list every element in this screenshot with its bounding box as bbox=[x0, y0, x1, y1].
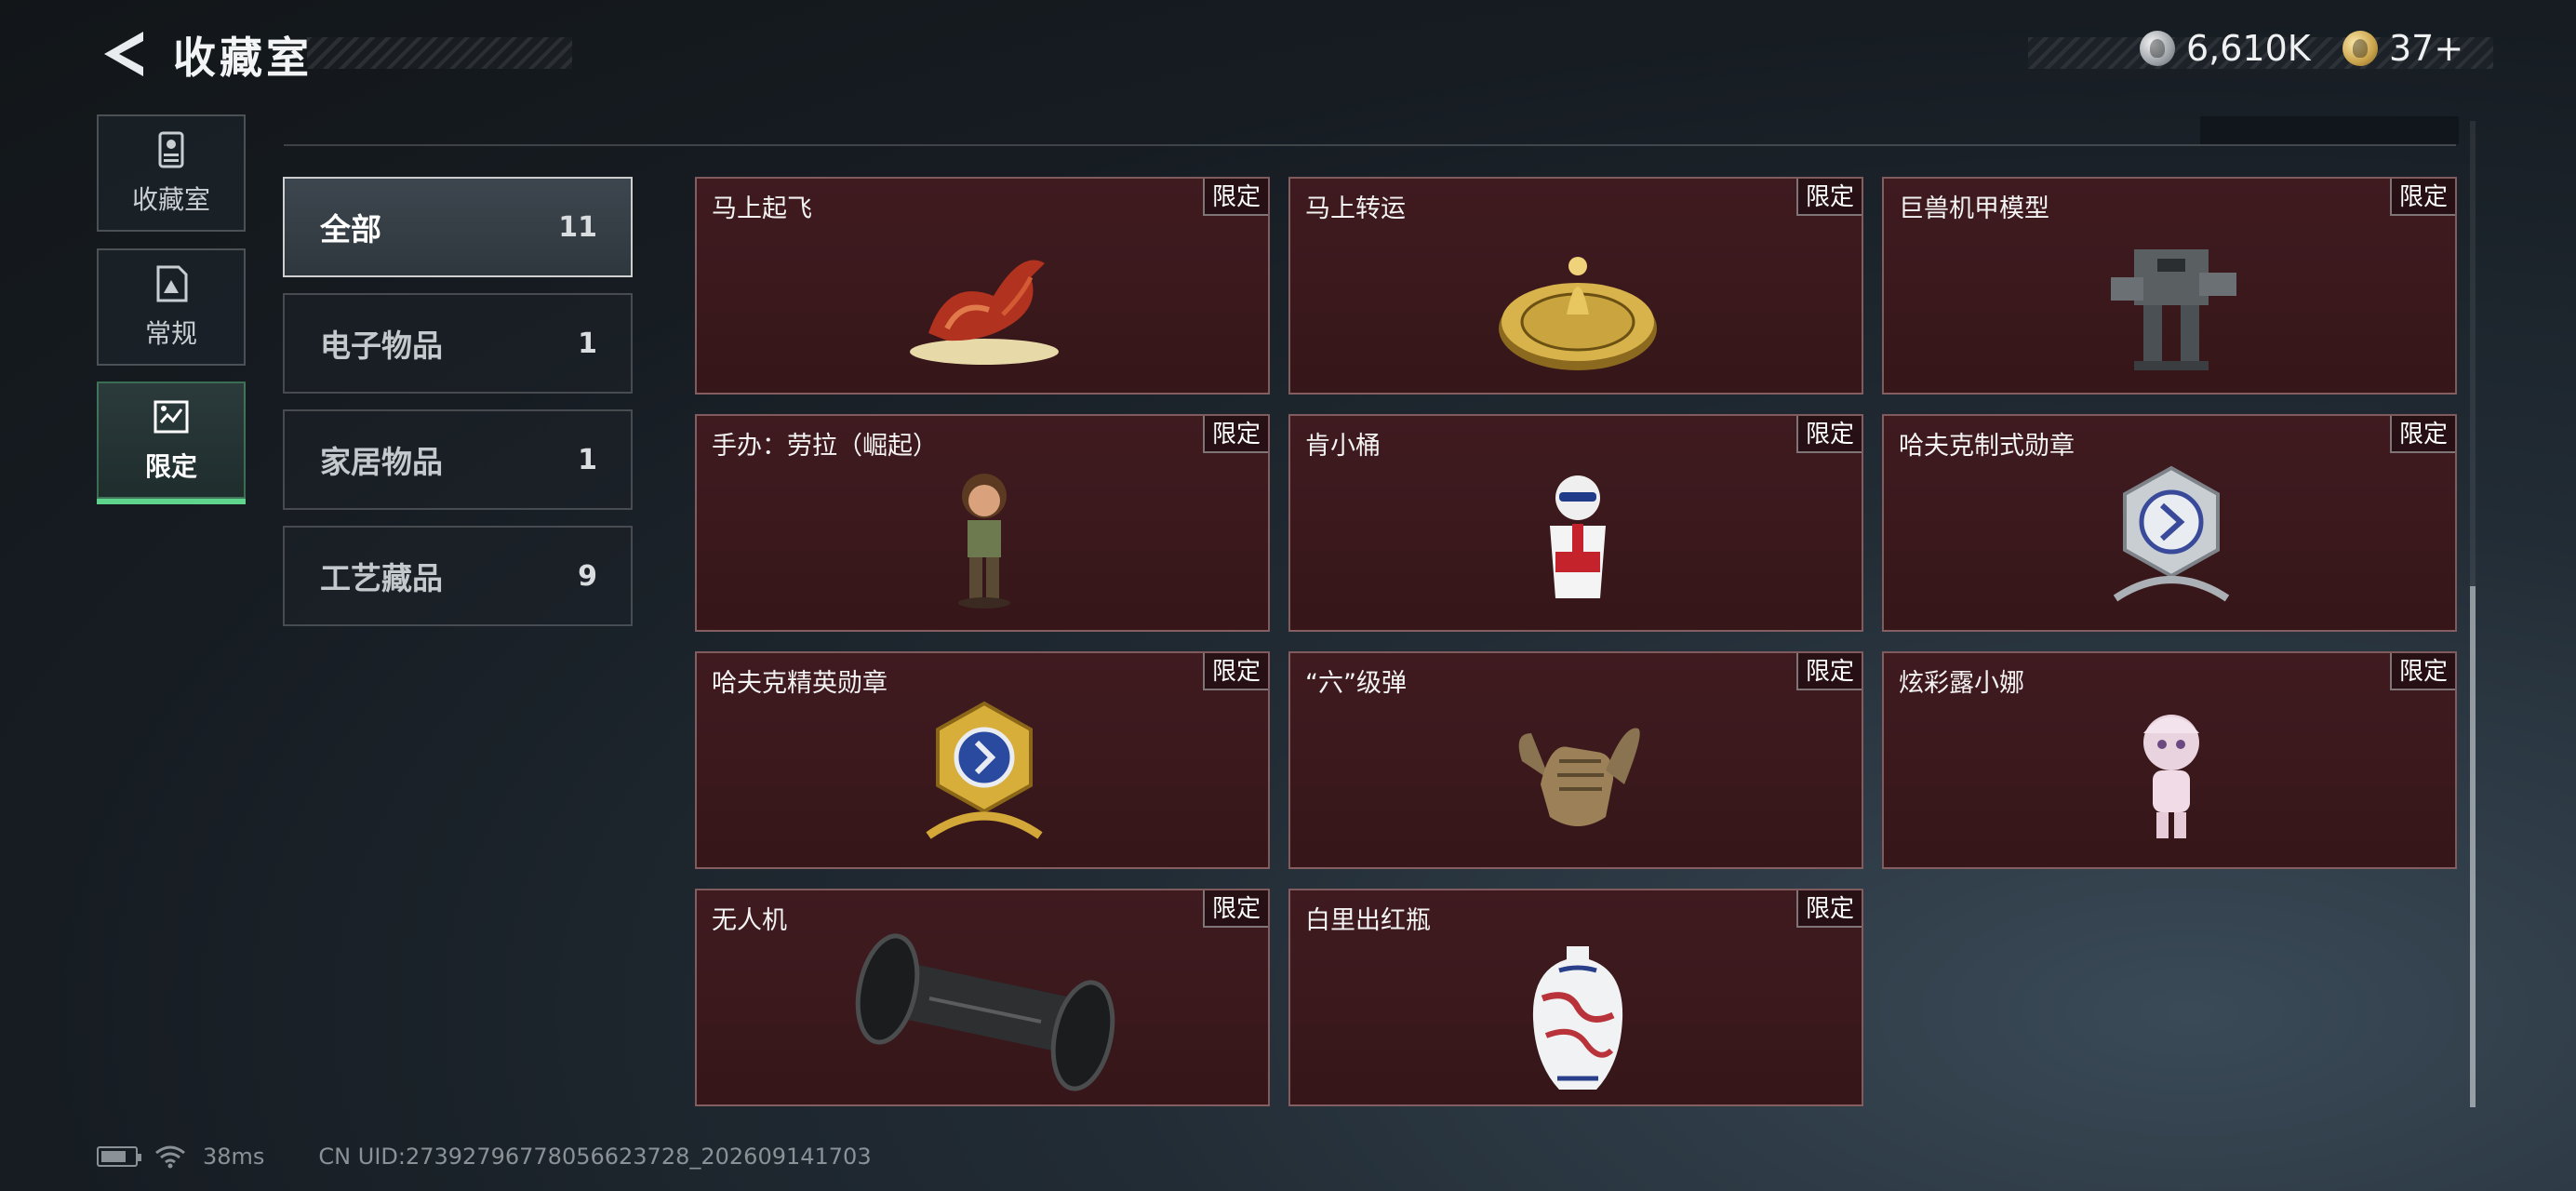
category-label: 电子物品 bbox=[320, 328, 443, 364]
limited-badge: 限定 bbox=[1795, 653, 1862, 690]
category-crafts[interactable]: 工艺藏品 9 bbox=[283, 526, 633, 626]
category-home-goods[interactable]: 家居物品 1 bbox=[283, 409, 633, 510]
limited-badge: 限定 bbox=[2389, 179, 2455, 216]
category-all[interactable]: 全部 11 bbox=[283, 177, 633, 277]
limited-badge: 限定 bbox=[1795, 890, 1862, 928]
drone-roller-icon bbox=[855, 933, 1115, 1091]
category-label: 工艺藏品 bbox=[320, 560, 443, 596]
category-count: 1 bbox=[578, 443, 597, 476]
page-title: 收藏室 bbox=[173, 33, 313, 83]
item-name: 哈夫克精英勋章 bbox=[712, 669, 888, 698]
header-divider bbox=[284, 144, 2456, 146]
grid-scrollbar-thumb[interactable] bbox=[2470, 586, 2476, 1107]
category-count: 9 bbox=[578, 559, 597, 593]
item-name: 炫彩露小娜 bbox=[1899, 669, 2024, 698]
nav-item-regular[interactable]: 常规 bbox=[97, 248, 246, 366]
nav-item-label: 收藏室 bbox=[131, 184, 210, 215]
item-card[interactable]: 肯小桶 限定 bbox=[1288, 414, 1863, 632]
limited-badge: 限定 bbox=[1202, 179, 1268, 216]
title-stripe-decoration bbox=[307, 37, 572, 69]
item-name: “六”级弹 bbox=[1305, 669, 1407, 698]
gold-currency-value: 37+ bbox=[2389, 28, 2464, 69]
item-card[interactable]: 手办：劳拉（崛起） 限定 bbox=[695, 414, 1270, 632]
item-card[interactable]: 炫彩露小娜 限定 bbox=[1882, 651, 2457, 869]
limited-badge: 限定 bbox=[1202, 653, 1268, 690]
item-card[interactable]: 马上起飞 限定 bbox=[695, 177, 1270, 395]
nav-item-label: 限定 bbox=[144, 451, 197, 482]
item-card[interactable]: 白里出红瓶 限定 bbox=[1288, 889, 1863, 1106]
category-count: 1 bbox=[578, 327, 597, 360]
limited-badge: 限定 bbox=[2389, 653, 2455, 690]
limited-badge: 限定 bbox=[1795, 416, 1862, 453]
item-name: 无人机 bbox=[712, 906, 787, 935]
silver-currency[interactable]: 6,610K bbox=[2140, 28, 2311, 69]
horse-sculpture-icon bbox=[910, 260, 1059, 365]
item-name: 马上起飞 bbox=[712, 194, 812, 223]
nav-item-limited[interactable]: 限定 bbox=[97, 381, 246, 504]
limited-badge: 限定 bbox=[1202, 890, 1268, 928]
wifi-icon bbox=[155, 1145, 185, 1169]
ping-value: 38ms bbox=[203, 1144, 265, 1170]
category-count: 11 bbox=[558, 210, 597, 244]
header: 收藏室 6,610K 37+ bbox=[0, 0, 2576, 104]
gold-medal-icon bbox=[926, 701, 1043, 839]
status-bar: 38ms CN UID:27392796778056623728_2026091… bbox=[97, 1141, 872, 1172]
item-card[interactable]: 哈夫克精英勋章 限定 bbox=[695, 651, 1270, 869]
collection-room-icon bbox=[158, 131, 184, 168]
category-label: 全部 bbox=[320, 211, 381, 248]
golden-wheel-icon bbox=[1499, 257, 1657, 370]
item-card[interactable]: 巨兽机甲模型 限定 bbox=[1882, 177, 2457, 395]
nav-item-label: 常规 bbox=[144, 318, 197, 349]
porcelain-vase-icon bbox=[1532, 946, 1623, 1090]
battery-icon bbox=[97, 1146, 141, 1167]
silver-medal-icon bbox=[2113, 465, 2230, 602]
nav-item-collection-room[interactable]: 收藏室 bbox=[97, 114, 246, 232]
limited-badge: 限定 bbox=[1202, 416, 1268, 453]
limited-badge: 限定 bbox=[2389, 416, 2455, 453]
item-name: 马上转运 bbox=[1305, 194, 1406, 223]
item-name: 哈夫克制式勋章 bbox=[1899, 432, 2075, 461]
item-card[interactable]: 马上转运 限定 bbox=[1288, 177, 1863, 395]
regular-icon bbox=[156, 265, 188, 302]
category-electronics[interactable]: 电子物品 1 bbox=[283, 293, 633, 394]
limited-badge: 限定 bbox=[1795, 179, 1862, 216]
user-uid: CN UID:27392796778056623728_202609141703 bbox=[318, 1144, 872, 1170]
item-name: 白里出红瓶 bbox=[1305, 906, 1431, 935]
item-name: 巨兽机甲模型 bbox=[1899, 194, 2049, 223]
gold-currency[interactable]: 37+ bbox=[2342, 28, 2463, 69]
doll-figure-icon bbox=[2143, 715, 2199, 838]
limited-icon bbox=[153, 400, 189, 434]
silver-currency-value: 6,610K bbox=[2186, 28, 2311, 69]
item-card[interactable]: 无人机 限定 bbox=[695, 889, 1270, 1106]
item-name: 肯小桶 bbox=[1305, 432, 1381, 461]
item-card[interactable]: “六”级弹 限定 bbox=[1288, 651, 1863, 869]
hand-sculpture-icon bbox=[1518, 728, 1640, 826]
bucket-figure-icon bbox=[1550, 475, 1606, 598]
item-card[interactable]: 哈夫克制式勋章 限定 bbox=[1882, 414, 2457, 632]
mech-model-icon bbox=[2111, 249, 2236, 370]
category-label: 家居物品 bbox=[320, 444, 443, 480]
figure-icon bbox=[958, 474, 1010, 609]
header-panel-fragment bbox=[2200, 116, 2459, 144]
silver-coin-icon bbox=[2140, 31, 2175, 66]
gold-coin-icon bbox=[2342, 31, 2378, 66]
back-arrow-icon[interactable] bbox=[97, 28, 149, 80]
item-name: 手办：劳拉（崛起） bbox=[712, 432, 938, 461]
